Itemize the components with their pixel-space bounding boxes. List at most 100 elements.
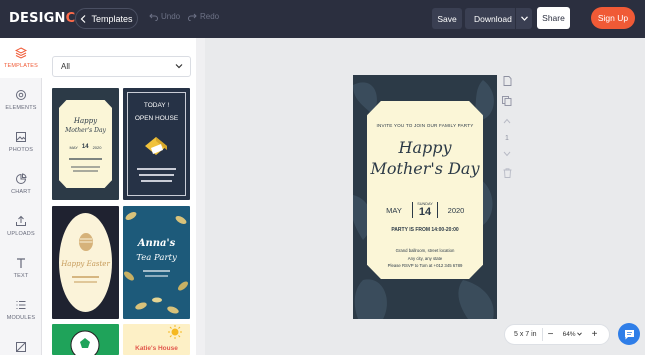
zoom-level-value: 64% [562, 331, 576, 338]
chevron-down-icon [503, 151, 511, 157]
back-to-templates-button[interactable]: Templates [75, 8, 138, 29]
undo-icon [149, 13, 158, 21]
logo-text-design: DESIGN [9, 11, 66, 26]
save-button[interactable]: Save [432, 8, 462, 29]
text-icon [15, 256, 28, 269]
thumb-line [73, 170, 98, 172]
rail-label-modules: MODULES [6, 315, 36, 321]
card-invite-text[interactable]: INVITE YOU TO JOIN OUR FAMILY PARTY [367, 123, 483, 128]
card-year: 2020 [447, 205, 465, 215]
rail-label-uploads: UPLOADS [7, 231, 35, 237]
card-title-happy[interactable]: Happy [367, 138, 483, 157]
chat-icon [624, 329, 634, 339]
move-page-up-button[interactable] [500, 114, 514, 128]
panel-scrollbar[interactable] [196, 38, 205, 355]
card-location-line-2: Any city, any state [407, 255, 443, 261]
chevron-down-icon [577, 332, 583, 336]
thumb-line [74, 281, 97, 283]
template-thumb-open-house[interactable]: TODAY ! OPEN HOUSE [123, 88, 190, 200]
rail-item-photos[interactable]: PHOTOS [0, 122, 42, 162]
thumb-line [72, 276, 99, 278]
download-dropdown-toggle[interactable] [515, 8, 532, 29]
thumb-line [143, 270, 170, 272]
card-inner-panel: INVITE YOU TO JOIN OUR FAMILY PARTY Happ… [367, 101, 483, 279]
house-illustration [145, 137, 167, 155]
top-bar: DESIGNCAP Templates Undo Redo Save Downl… [0, 0, 645, 38]
page-number: 1 [505, 134, 509, 142]
zoom-level-select[interactable]: 64% [558, 331, 587, 338]
template-thumb-tea-party[interactable]: Anna's Tea Party [123, 206, 190, 319]
canvas-size-button[interactable]: 5 x 7 in [505, 331, 542, 338]
pie-chart-icon [15, 172, 28, 185]
thumb-title-1: TODAY ! [143, 102, 170, 109]
sun-icon [168, 325, 182, 339]
list-icon [15, 298, 28, 311]
thumb-line [137, 168, 176, 170]
rail-label-photos: PHOTOS [8, 147, 34, 153]
chat-support-button[interactable] [618, 323, 640, 345]
trash-icon [503, 168, 511, 178]
chevron-left-icon [81, 14, 86, 23]
thumb-line [71, 166, 100, 168]
egg-illustration [79, 233, 93, 251]
rail-label-elements: ELEMENTS [5, 105, 37, 111]
rail-label-chart: CHART [11, 189, 31, 195]
download-button[interactable]: Download [465, 8, 532, 29]
template-thumb-easter[interactable]: Happy Easter [52, 206, 119, 319]
layers-icon [15, 46, 28, 59]
delete-page-button[interactable] [500, 166, 514, 180]
card-title-mothers-day[interactable]: Mother's Day [367, 159, 483, 178]
add-page-button[interactable] [500, 74, 514, 88]
rail-item-elements[interactable]: ELEMENTS [0, 80, 42, 120]
template-thumb-katies-house[interactable]: Katie's House [123, 324, 190, 355]
share-button[interactable]: Share [537, 7, 570, 29]
undo-label: Undo [161, 12, 181, 21]
thumb-line [141, 180, 172, 182]
image-frame-icon [15, 340, 28, 353]
duplicate-page-button[interactable] [500, 94, 514, 108]
thumb-line [139, 174, 174, 176]
download-label: Download [474, 13, 512, 24]
thumb-title-1: Happy [73, 117, 98, 125]
left-tool-rail: TEMPLATES ELEMENTS PHOTOS CHART UPLOADS … [0, 38, 42, 355]
card-day: 14 [418, 206, 432, 218]
template-thumb-soccer[interactable] [52, 324, 119, 355]
card-date-block[interactable]: MAY SUNDAY 14 2020 [367, 199, 483, 221]
template-thumb-mothers-day[interactable]: Happy Mother's Day MAY 14 2020 [52, 88, 119, 200]
rail-item-templates[interactable]: TEMPLATES [0, 38, 42, 78]
category-filter-select[interactable]: All [52, 56, 191, 77]
rail-label-text: TEXT [13, 273, 29, 279]
thumb-date: MAY 14 2020 [59, 144, 112, 150]
thumb-title-2: OPEN HOUSE [134, 115, 179, 122]
thumb-line [69, 158, 102, 160]
card-location-line-1: Grand ballroom, street location [395, 248, 455, 253]
chevron-down-icon [520, 16, 528, 21]
sign-up-button[interactable]: Sign Up [591, 7, 635, 29]
redo-button[interactable]: Redo [188, 12, 219, 21]
card-day-box: SUNDAY 14 [412, 202, 438, 218]
rail-item-more[interactable] [0, 332, 42, 355]
thumb-title-1: Anna's [137, 238, 176, 249]
copy-icon [502, 96, 512, 106]
card-location[interactable]: Grand ballroom, street location Any city… [367, 247, 483, 270]
design-card-mothers-day[interactable]: INVITE YOU TO JOIN OUR FAMILY PARTY Happ… [353, 75, 497, 319]
rail-item-chart[interactable]: CHART [0, 164, 42, 204]
rail-item-modules[interactable]: MODULES [0, 290, 42, 330]
redo-icon [188, 13, 197, 21]
chevron-down-icon [175, 64, 183, 69]
redo-label: Redo [200, 12, 220, 21]
chevron-up-icon [503, 118, 511, 124]
rail-item-uploads[interactable]: UPLOADS [0, 206, 42, 246]
soccer-ball-illustration [70, 330, 100, 355]
zoom-out-button[interactable]: − [543, 329, 558, 340]
add-page-icon [503, 76, 511, 86]
rail-label-templates: TEMPLATES [3, 63, 39, 69]
rail-item-text[interactable]: TEXT [0, 248, 42, 288]
zoom-in-button[interactable]: + [587, 329, 602, 340]
thumb-day: 14 [81, 144, 89, 150]
move-page-down-button[interactable] [500, 147, 514, 161]
card-month: MAY [386, 205, 402, 215]
elements-icon [15, 88, 28, 101]
card-party-time[interactable]: PARTY IS FROM 14:00-20:00 [367, 227, 483, 233]
undo-button[interactable]: Undo [149, 12, 180, 21]
